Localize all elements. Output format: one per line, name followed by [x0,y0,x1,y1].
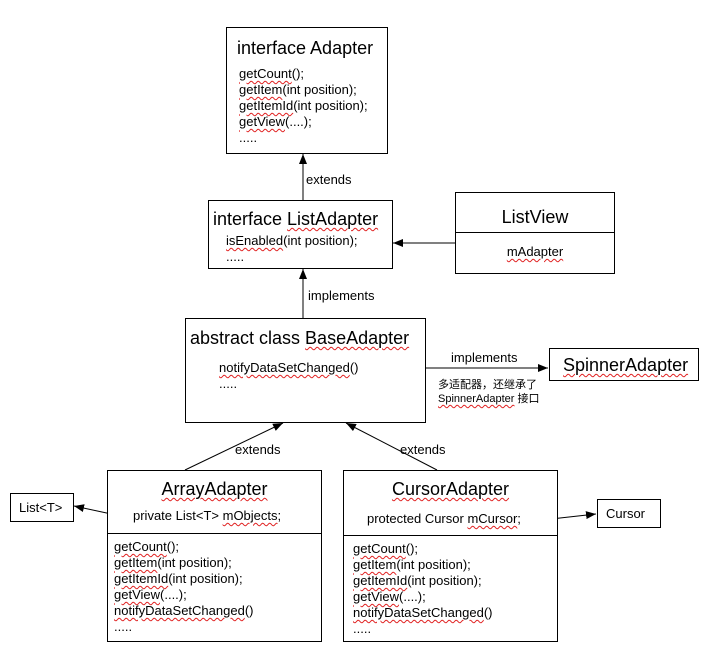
list-t-box: List<T> [10,493,74,522]
listadapter-box: interface ListAdapter isEnabled(int posi… [208,200,393,269]
baseadapter-box: abstract class BaseAdapter notifyDataSet… [185,318,426,423]
method-item: getView(....); [114,587,187,602]
label-implements-spinner: implements [451,350,518,365]
method-item: getView(....); [239,114,312,129]
arrayadapter-box: ArrayAdapter private List<T> mObjects; g… [107,470,322,642]
method-item: getItem(int position); [353,557,471,572]
adapter-box: interface Adapter getCount(); getItem(int… [226,27,388,154]
method-item: getCount(); [114,539,180,554]
listview-field: mAdapter [506,244,564,259]
arrayadapter-title: ArrayAdapter [161,479,268,499]
baseadapter-title: abstract class BaseAdapter [190,328,410,348]
method-item: getCount(); [239,66,305,81]
divider [456,232,614,233]
label-extends-array: extends [235,442,281,457]
spinneradapter-title: SpinnerAdapter [563,355,689,375]
list-t-title: List<T> [19,500,63,515]
divider [108,533,321,534]
method-item: getItemId(int position); [353,573,482,588]
method-item: ..... [239,130,258,145]
method-item: getItem(int position); [239,82,357,97]
listadapter-title: interface ListAdapter [213,209,379,229]
spinner-note: 多适配器，还继承了 SpinnerAdapter 接口 [438,379,540,405]
method-item: ..... [219,376,238,391]
method-item: getItemId(int position); [114,571,243,586]
cursoradapter-title: CursorAdapter [391,479,510,499]
label-extends-cursor: extends [400,442,446,457]
method-item: ..... [226,249,245,264]
listview-title: ListView [501,207,569,227]
cursor-title: Cursor [606,506,646,521]
divider [344,535,557,536]
method-item: notifyDataSetChanged() [219,360,359,375]
method-item: getView(....); [353,589,426,604]
listview-box: ListView mAdapter [455,192,615,274]
cursor-box: Cursor [597,499,661,528]
adapter-title: interface Adapter [237,38,374,58]
cursoradapter-field: protected Cursor mCursor; [367,511,521,526]
label-implements: implements [308,288,375,303]
method-item: getCount(); [353,541,419,556]
label-extends: extends [306,172,352,187]
method-item: isEnabled(int position); [226,233,358,248]
method-item: ..... [114,619,133,634]
method-item: getItemId(int position); [239,98,368,113]
method-item: notifyDataSetChanged() [114,603,254,618]
arrayadapter-field: private List<T> mObjects; [133,508,282,523]
class-diagram: interface Adapter getCount(); getItem(int… [0,0,715,659]
method-item: getItem(int position); [114,555,232,570]
method-item: notifyDataSetChanged() [353,605,493,620]
cursoradapter-box: CursorAdapter protected Cursor mCursor; … [343,470,558,642]
method-item: ..... [353,621,372,636]
spinneradapter-box: SpinnerAdapter [549,348,699,381]
